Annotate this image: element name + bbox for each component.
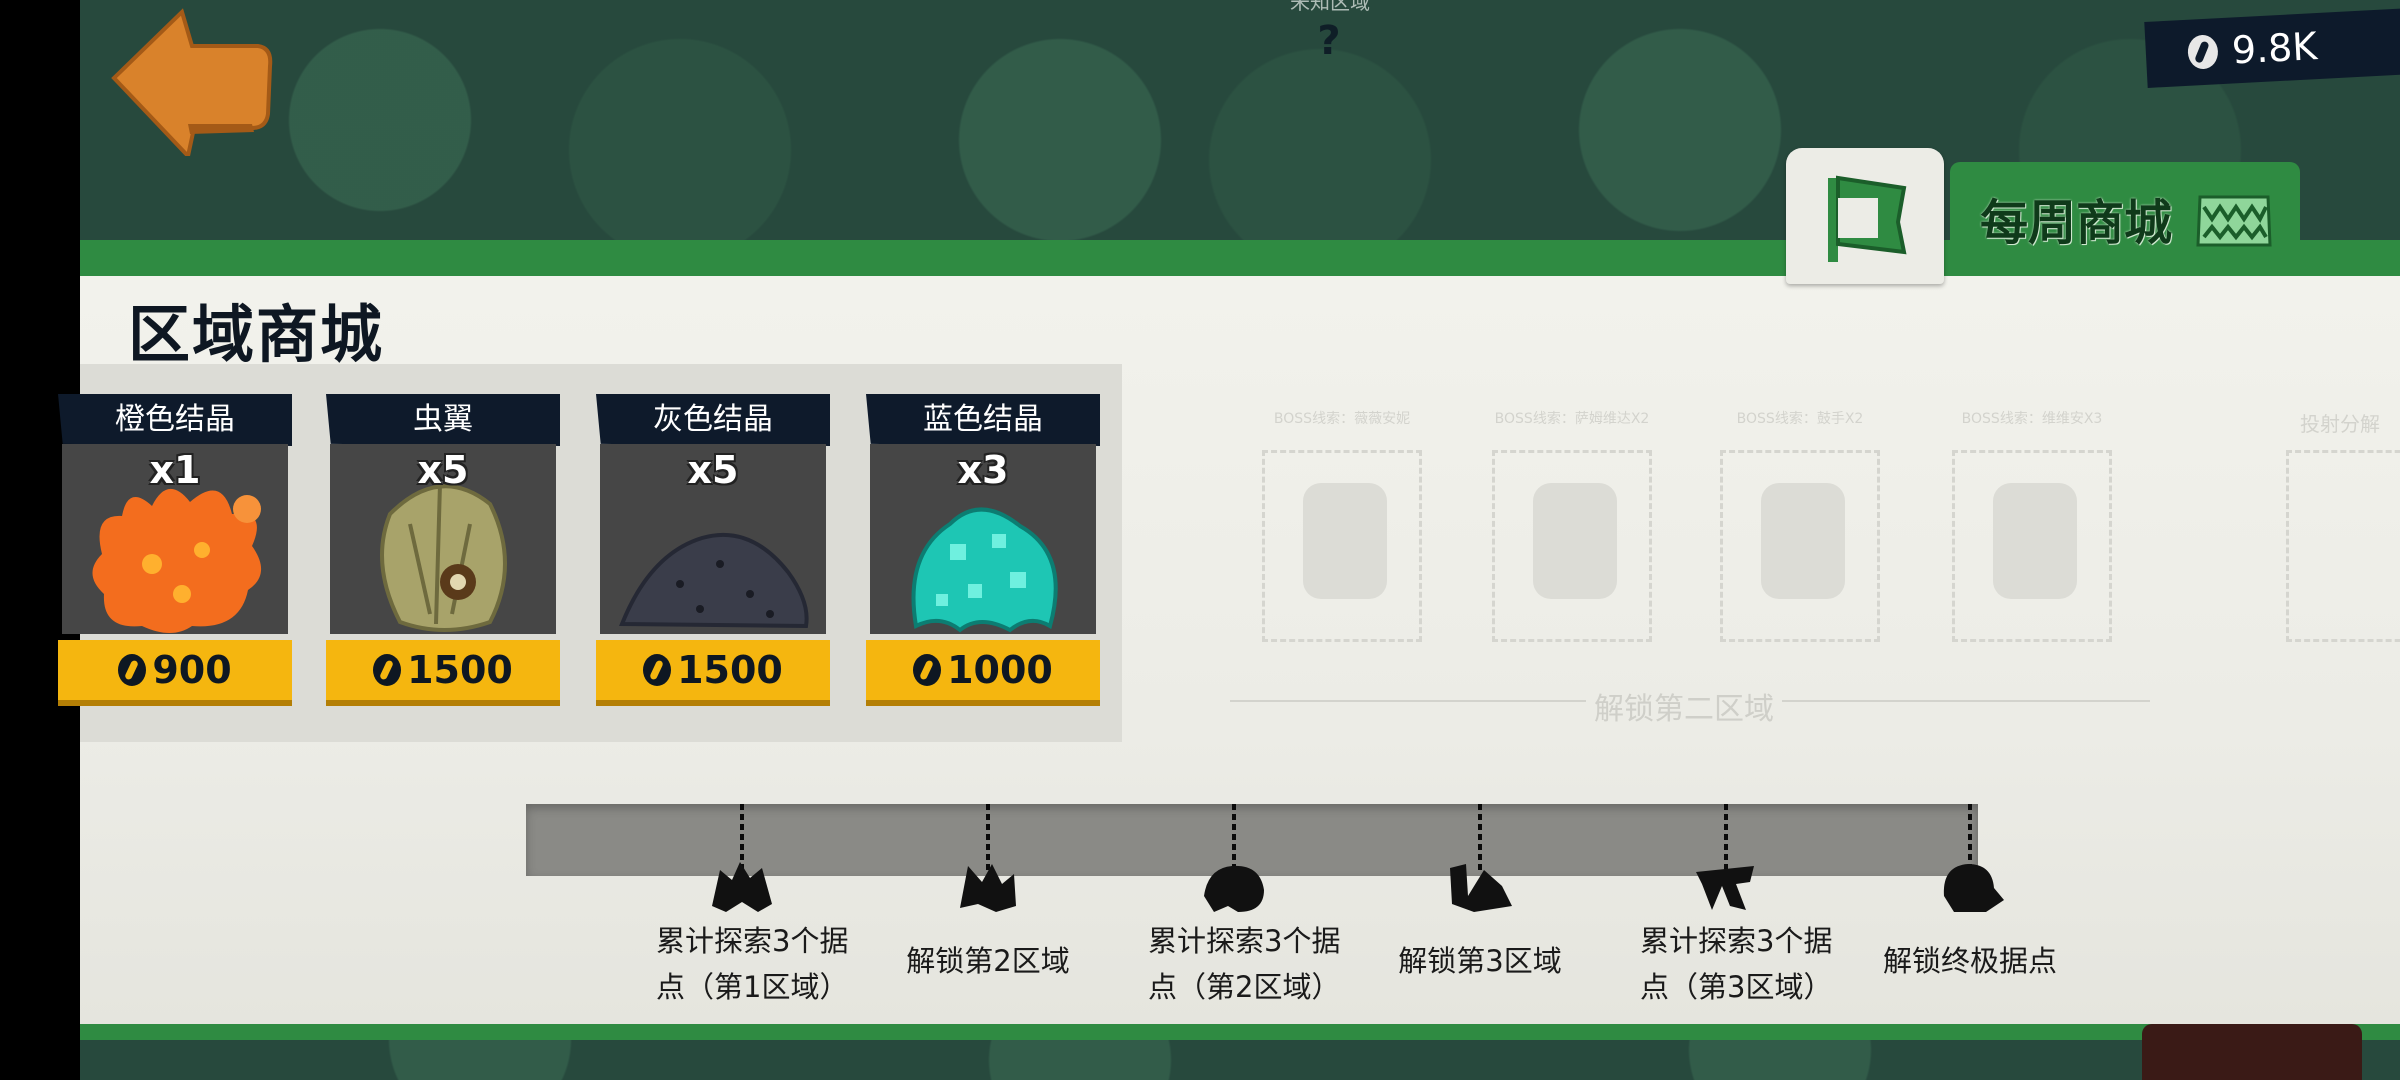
back-button[interactable]: [104, 6, 274, 161]
milestone[interactable]: 解锁终极据点: [1860, 800, 2080, 1020]
milestone[interactable]: 累计探索3个据 点（第2区域）: [1124, 800, 1344, 1020]
milestone[interactable]: 累计探索3个据 点（第1区域）: [632, 800, 852, 1020]
item-quantity: x5: [417, 448, 469, 492]
unlock-requirement: 解锁第二区域: [1586, 684, 1782, 728]
monster-icon: [2196, 195, 2272, 247]
reward-icon: [960, 864, 1016, 912]
milestone-label: 解锁终极据点: [1882, 944, 2057, 978]
item-price: 1500: [407, 648, 513, 692]
shop-item-bug-wing[interactable]: 虫翼 x5 1500: [326, 394, 560, 708]
item-price-button[interactable]: 1000: [866, 640, 1100, 706]
locked-slot-caption: 投射分解: [2300, 412, 2380, 436]
coin-icon: [643, 654, 672, 686]
reward-icon: [1696, 866, 1754, 910]
item-name: 蓝色结晶: [866, 394, 1100, 446]
tab-region-shop[interactable]: [1786, 148, 1944, 284]
reward-icon: [1450, 864, 1512, 912]
reward-icon: [712, 862, 772, 912]
item-quantity: x3: [957, 448, 1009, 492]
milestone-label: 累计探索3个据 点（第2区域）: [1148, 924, 1341, 1004]
weekly-shop-label: 每周商城: [1980, 195, 2173, 251]
reward-icon: [1943, 864, 2004, 912]
coin-icon: [913, 654, 942, 686]
locked-slot: [1262, 450, 1422, 642]
item-name: 虫翼: [326, 394, 560, 446]
currency-value: 9.8K: [2230, 24, 2319, 73]
item-name: 橙色结晶: [58, 394, 292, 446]
locked-slot: [2286, 450, 2400, 642]
item-price: 1500: [677, 648, 783, 692]
item-price-button[interactable]: 900: [58, 640, 292, 706]
milestone[interactable]: 解锁第2区域: [878, 800, 1098, 1020]
milestone[interactable]: 解锁第3区域: [1370, 800, 1590, 1020]
help-button[interactable]: ?: [1306, 18, 1352, 64]
page-title: 区域商城: [128, 298, 385, 371]
locked-slot: [1492, 450, 1652, 642]
locked-slot-caption: BOSS线索：萨姆维达X2: [1494, 411, 1650, 427]
locked-slot-caption: BOSS线索：薇薇安妮: [1273, 411, 1411, 427]
game-screen: 未知区域 ? 9.8K 每周商城 区域商城 橙色结晶 x1 900 虫翼 x5 …: [0, 0, 2400, 1080]
milestone-label: 解锁第3区域: [1398, 944, 1562, 978]
item-quantity: x5: [687, 448, 739, 492]
item-price: 1000: [947, 648, 1053, 692]
bottom-right-button[interactable]: [2142, 1024, 2362, 1080]
milestone-label: 累计探索3个据 点（第1区域）: [656, 924, 849, 1004]
coin-icon: [2187, 34, 2219, 70]
item-price-button[interactable]: 1500: [326, 640, 560, 706]
item-quantity: x1: [149, 448, 201, 492]
shop-item-gray-crystal[interactable]: 灰色结晶 x5 1500: [596, 394, 830, 708]
shop-item-orange-crystal[interactable]: 橙色结晶 x1 900: [58, 394, 292, 708]
locked-slot: [1952, 450, 2112, 642]
question-icon: ?: [1317, 18, 1341, 64]
milestone[interactable]: 累计探索3个据 点（第3区域）: [1616, 800, 1836, 1020]
shop-item-blue-crystal[interactable]: 蓝色结晶 x3 1000: [866, 394, 1100, 708]
item-price-button[interactable]: 1500: [596, 640, 830, 706]
coin-icon: [373, 654, 402, 686]
locked-slot-caption: BOSS线索：鼓手X2: [1736, 411, 1864, 427]
item-name: 灰色结晶: [596, 394, 830, 446]
milestone-label: 解锁第2区域: [906, 944, 1070, 978]
coin-icon: [118, 654, 147, 686]
item-price: 900: [152, 648, 232, 692]
reward-icon: [1204, 865, 1264, 912]
back-arrow-icon: [111, 8, 273, 161]
top-hint-text: 未知区域: [1290, 0, 1370, 14]
locked-slot-caption: BOSS线索：维维安X3: [1961, 411, 2103, 427]
milestone-label: 累计探索3个据 点（第3区域）: [1640, 924, 1833, 1004]
locked-slot: [1720, 450, 1880, 642]
flag-icon: [1828, 175, 1907, 262]
tab-weekly-shop[interactable]: 每周商城: [1950, 162, 2300, 274]
